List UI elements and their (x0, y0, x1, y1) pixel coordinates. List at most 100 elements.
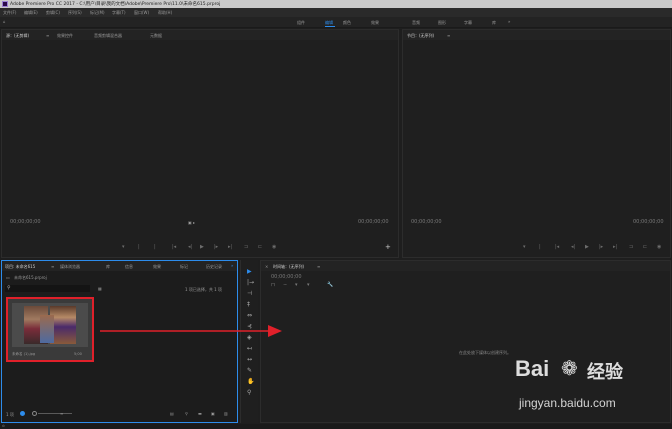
source-timecode-left[interactable]: 00;00;00;00 (10, 219, 41, 225)
prog-export-frame-icon[interactable]: ◉ (657, 244, 661, 250)
prog-go-to-in-icon[interactable]: |◂ (555, 244, 559, 250)
menu-marker[interactable]: 标记(M) (90, 10, 105, 16)
project-file-name: 未命名615.prproj (14, 275, 47, 280)
snap-icon[interactable]: ⊓ (271, 282, 275, 288)
linked-selection-icon[interactable]: ∽ (283, 282, 287, 288)
prog-step-back-icon[interactable]: ◂| (571, 244, 575, 250)
overwrite-icon[interactable]: ⊏ (258, 244, 262, 250)
menu-edit[interactable]: 编辑(E) (24, 10, 38, 16)
tab-program[interactable]: 节目：(无序列) (407, 33, 434, 39)
pen-tool-icon[interactable]: ↔ (247, 356, 252, 363)
add-marker-icon[interactable]: | (154, 244, 156, 250)
prog-mark-in-icon[interactable]: ▾ (523, 244, 526, 250)
timeline-close-icon[interactable]: × (265, 264, 268, 269)
tab-info[interactable]: 信息 (125, 264, 133, 270)
workspace-bar: ⌂ 组件 编辑 颜色 效果 音频 图形 字幕 库 » (0, 17, 672, 28)
sort-icon[interactable]: ≡ (60, 411, 63, 416)
tab-libraries[interactable]: 库 (106, 264, 110, 270)
tab-source-menu-icon[interactable]: ≡ (46, 33, 49, 38)
rolling-edit-tool-icon[interactable]: ‡ (247, 301, 250, 308)
mark-out-icon[interactable]: | (138, 244, 140, 250)
home-icon[interactable]: ⌂ (3, 19, 6, 24)
insert-icon[interactable]: ⊐ (244, 244, 248, 250)
tab-metadata[interactable]: 元数据 (150, 33, 162, 39)
workspace-overflow-icon[interactable]: » (508, 19, 510, 24)
list-view-label[interactable]: 1 项 (6, 412, 14, 418)
project-panel: 项目: 未命名615 ≡ 媒体浏览器 库 信息 效果 标记 历史记录 » ▭ 未… (1, 260, 238, 423)
play-icon[interactable]: ▶ (200, 244, 204, 250)
menu-clip[interactable]: 剪辑(C) (46, 10, 60, 16)
menu-help[interactable]: 帮助(H) (158, 10, 172, 16)
program-transport-controls: ▾ | |◂ ◂| ▶ |▸ ▸| ⊐ ⊏ ◉ (523, 244, 668, 252)
new-bin-icon[interactable]: ▬ (198, 411, 202, 416)
workspace-tab-graphics[interactable]: 图形 (438, 20, 446, 26)
timeline-settings-icon[interactable]: ▾ (307, 282, 310, 288)
zoom-slider[interactable] (38, 413, 72, 414)
program-timecode-left[interactable]: 00;00;00;00 (411, 219, 442, 225)
source-transport-controls: ▾ | | |◂ ◂| ▶ |▸ ▸| ⊐ ⊏ ◉ (122, 244, 392, 252)
tab-timeline[interactable]: 时间轴：(无序列) (273, 264, 304, 270)
menu-title[interactable]: 字幕(T) (112, 10, 126, 16)
timeline-tab-bar: × 时间轴：(无序列) ≡ (261, 261, 670, 271)
workspace-tab-color[interactable]: 颜色 (343, 20, 351, 26)
magnify-tool-icon[interactable]: ⚲ (247, 389, 251, 396)
workspace-tab-captions[interactable]: 字幕 (464, 20, 472, 26)
tab-markers[interactable]: 标记 (180, 264, 188, 270)
tab-audio-clip-mixer[interactable]: 音频剪辑混合器 (94, 33, 122, 39)
new-bin-from-search-icon[interactable]: ▦ (98, 286, 102, 291)
workspace-active-underline (325, 26, 335, 27)
track-select-tool-icon[interactable]: |→ (247, 279, 254, 286)
ripple-edit-tool-icon[interactable]: ⊣ (247, 290, 252, 297)
workspace-tab-assembly[interactable]: 组件 (297, 20, 305, 26)
slide-tool-icon[interactable]: ↤ (247, 345, 252, 352)
workspace-tab-effects[interactable]: 效果 (371, 20, 379, 26)
clip-thumbnail-card[interactable]: 未命名 (1).jpg 5;00 (6, 297, 94, 362)
project-search-field[interactable]: ⚲ (5, 285, 90, 292)
tab-project-menu-icon[interactable]: ≡ (51, 264, 54, 269)
tab-media-browser[interactable]: 媒体浏览器 (60, 264, 80, 270)
prog-play-icon[interactable]: ▶ (585, 244, 589, 250)
selection-tool-icon[interactable]: ▶ (247, 268, 252, 275)
extract-icon[interactable]: ⊏ (643, 244, 647, 250)
lift-icon[interactable]: ⊐ (629, 244, 633, 250)
timeline-toolbar: ⊓ ∽ ▾ ▾ 🔧 (271, 282, 351, 289)
tab-program-menu-icon[interactable]: ≡ (447, 33, 450, 38)
timeline-timecode[interactable]: 00;00;00;00 (271, 274, 302, 280)
prog-mark-out-icon[interactable]: | (539, 244, 541, 250)
hand-tool-icon[interactable]: ✎ (247, 367, 252, 374)
source-fit-icon[interactable]: ▣ ▸ (188, 220, 195, 225)
source-add-button-icon[interactable]: + (385, 243, 391, 251)
wrench-icon[interactable]: 🔧 (327, 282, 333, 288)
rate-stretch-tool-icon[interactable]: ⇔ (247, 312, 252, 319)
prog-step-forward-icon[interactable]: |▸ (599, 244, 603, 250)
workspace-tab-audio[interactable]: 音频 (412, 20, 420, 26)
tab-history[interactable]: 历史记录 (206, 264, 222, 270)
add-marker-timeline-icon[interactable]: ▾ (295, 282, 298, 288)
menu-window[interactable]: 窗口(W) (134, 10, 149, 16)
watermark-url: jingyan.baidu.com (519, 396, 616, 410)
tab-effect-controls[interactable]: 效果控件 (57, 33, 73, 39)
menu-file[interactable]: 文件(F) (3, 10, 16, 16)
automate-to-sequence-icon[interactable]: ▤ (170, 411, 174, 416)
workspace-tab-libraries[interactable]: 库 (492, 20, 496, 26)
find-icon[interactable]: ⚲ (185, 411, 188, 416)
menu-bar: 文件(F) 编辑(E) 剪辑(C) 序列(S) 标记(M) 字幕(T) 窗口(W… (0, 8, 672, 17)
step-forward-icon[interactable]: |▸ (214, 244, 218, 250)
menu-sequence[interactable]: 序列(S) (68, 10, 82, 16)
icon-view-icon[interactable] (20, 411, 25, 416)
clear-icon[interactable]: ▥ (224, 411, 228, 416)
tab-source[interactable]: 源：(无剪辑) (6, 33, 29, 39)
go-to-in-icon[interactable]: |◂ (172, 244, 176, 250)
new-item-icon[interactable]: ▣ (211, 411, 215, 416)
tab-project[interactable]: 项目: 未命名615 (5, 264, 35, 270)
prog-go-to-out-icon[interactable]: ▸| (613, 244, 617, 250)
tab-effects[interactable]: 效果 (153, 264, 161, 270)
mark-in-icon[interactable]: ▾ (122, 244, 125, 250)
step-back-icon[interactable]: ◂| (188, 244, 192, 250)
export-frame-icon[interactable]: ◉ (272, 244, 276, 250)
tab-timeline-menu-icon[interactable]: ≡ (317, 264, 320, 269)
tab-overflow-icon[interactable]: » (231, 263, 233, 268)
program-timecode-right: 00;00;00;00 (633, 219, 664, 225)
go-to-out-icon[interactable]: ▸| (228, 244, 232, 250)
zoom-tool-icon[interactable]: ✋ (247, 378, 254, 385)
